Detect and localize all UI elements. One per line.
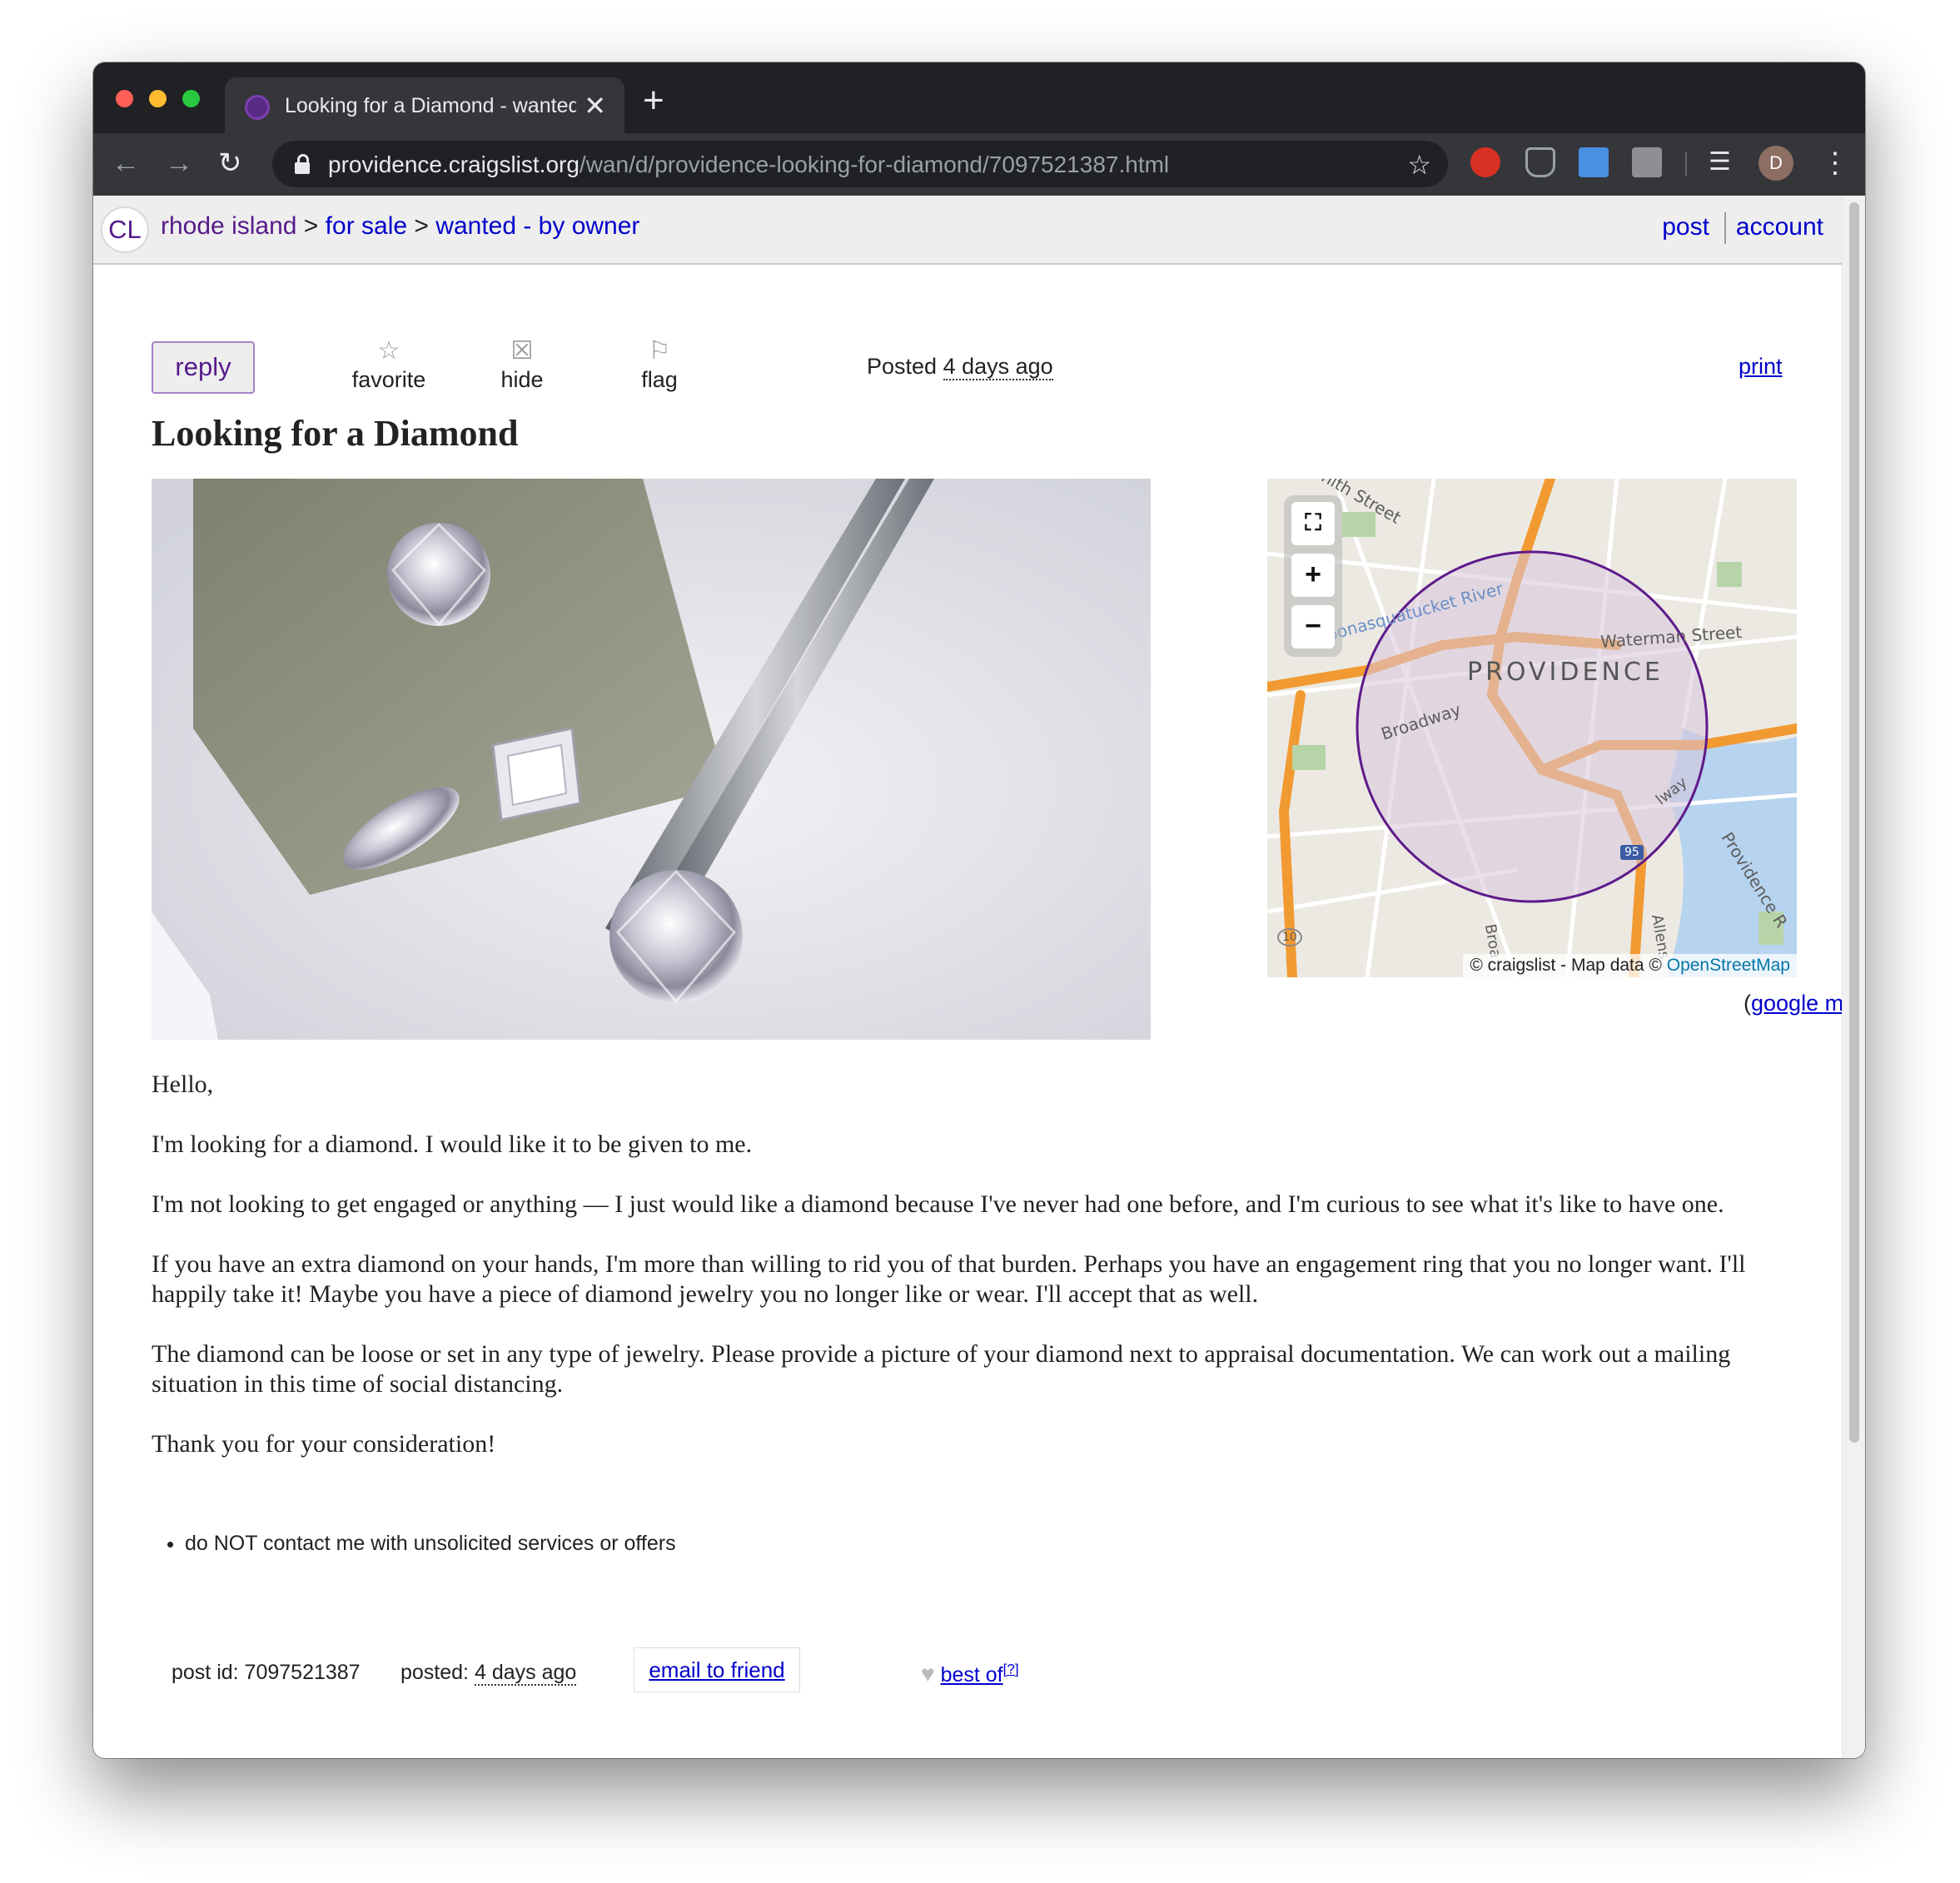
header-divider — [1724, 212, 1726, 244]
diamond-photo-graphic — [152, 479, 1151, 1040]
route-shield: 10 — [1277, 928, 1302, 946]
post-id: post id: 7097521387 — [172, 1661, 361, 1684]
map-attribution: © craigslist - Map data © OpenStreetMap — [1463, 954, 1797, 977]
tab-title: Looking for a Diamond - wanted — [285, 94, 576, 117]
new-tab-button[interactable]: + — [643, 82, 664, 119]
favorite-button[interactable]: ☆ favorite — [343, 337, 435, 393]
posting-title: Looking for a Diamond — [152, 413, 519, 454]
interstate-shield: 95 — [1620, 845, 1644, 860]
minimize-window-button[interactable] — [149, 90, 167, 107]
attribution-text: © craigslist - Map data © — [1470, 956, 1662, 975]
url-text[interactable]: providence.craigslist.org/wan/d/providen… — [328, 152, 1169, 178]
breadcrumb-rhode-island[interactable]: rhode island — [161, 212, 296, 240]
adblock-extension-icon[interactable] — [1470, 147, 1500, 177]
browser-toolbar: ← → ↻ providence.craigslist.org/wan/d/pr… — [93, 133, 1865, 196]
diamond-photo[interactable] — [152, 479, 1151, 1040]
close-window-button[interactable] — [116, 90, 133, 107]
flag-icon: ⚐ — [648, 337, 671, 365]
best-of: ♥ best of[?] — [921, 1661, 1019, 1687]
page-viewport: CL rhode island > for sale > wanted - by… — [93, 196, 1842, 1758]
active-tab[interactable]: Looking for a Diamond - wanted ✕ — [225, 77, 624, 133]
paren-open: ( — [1744, 991, 1751, 1016]
maximize-window-button[interactable] — [182, 90, 200, 107]
footer-posted-label: posted: — [400, 1661, 470, 1684]
body-paragraph: I'm looking for a diamond. I would like … — [152, 1130, 753, 1158]
zoom-in-button[interactable]: + — [1291, 554, 1335, 597]
bookmark-star-icon[interactable]: ☆ — [1407, 149, 1431, 181]
forward-arrow-icon[interactable]: → — [165, 145, 193, 181]
footer-posted-ago: 4 days ago — [474, 1661, 577, 1686]
breadcrumb-wanted[interactable]: wanted - by owner — [435, 212, 639, 240]
lock-icon — [295, 154, 310, 174]
map-controls: ⛶ + − — [1284, 495, 1342, 657]
breadcrumb-for-sale[interactable]: for sale — [326, 212, 407, 240]
browser-window: Looking for a Diamond - wanted ✕ + ← → ↻… — [93, 62, 1865, 1758]
breadcrumb-separator: > — [303, 212, 319, 240]
posted-prefix: Posted — [867, 354, 938, 379]
body-paragraph: Hello, — [152, 1071, 214, 1098]
menu-dots-icon[interactable]: ⋮ — [1821, 143, 1849, 183]
footer-posted: posted: 4 days ago — [400, 1661, 577, 1686]
heart-icon: ♥ — [921, 1661, 935, 1687]
notice-item: do NOT contact me with unsolicited servi… — [185, 1532, 676, 1556]
craigslist-logo[interactable]: CL — [101, 206, 149, 253]
vertical-scrollbar[interactable] — [1842, 196, 1865, 1758]
body-paragraph: I'm not looking to get engaged or anythi… — [152, 1190, 1724, 1218]
favorite-label: favorite — [351, 367, 426, 392]
body-paragraph: If you have an extra diamond on your han… — [152, 1250, 1746, 1308]
back-arrow-icon[interactable]: ← — [112, 145, 140, 181]
close-tab-icon[interactable]: ✕ — [584, 89, 606, 122]
tab-strip: Looking for a Diamond - wanted ✕ + — [93, 62, 1865, 133]
flag-button[interactable]: ⚐ flag — [626, 337, 693, 393]
posted-ago: 4 days ago — [943, 354, 1053, 380]
best-of-help-link[interactable]: [?] — [1003, 1662, 1019, 1677]
pocket-extension-icon[interactable] — [1525, 147, 1555, 177]
reload-icon[interactable]: ↻ — [218, 145, 242, 181]
location-map[interactable]: PROVIDENCE Waterman Street Broadway Woon… — [1267, 479, 1797, 977]
scrollbar-thumb[interactable] — [1849, 202, 1859, 1443]
openstreetmap-link[interactable]: OpenStreetMap — [1667, 956, 1790, 975]
craigslist-header: CL rhode island > for sale > wanted - by… — [93, 196, 1842, 265]
download-extension-icon[interactable] — [1579, 147, 1609, 177]
fullscreen-icon[interactable]: ⛶ — [1291, 502, 1335, 545]
address-bar[interactable]: providence.craigslist.org/wan/d/providen… — [272, 141, 1448, 187]
header-links: post account — [1662, 212, 1823, 244]
map-city-label: PROVIDENCE — [1467, 658, 1664, 687]
trash-icon: ☒ — [510, 337, 534, 365]
breadcrumb: rhode island > for sale > wanted - by ow… — [161, 212, 639, 241]
reply-button[interactable]: reply — [152, 341, 255, 394]
url-host: providence.craigslist.org — [328, 152, 580, 177]
body-paragraph: The diamond can be loose or set in any t… — [152, 1340, 1731, 1398]
email-to-friend-button[interactable]: email to friend — [634, 1647, 800, 1692]
post-link[interactable]: post — [1662, 213, 1709, 241]
breadcrumb-separator: > — [414, 212, 429, 240]
posted-date: Posted 4 days ago — [867, 354, 1053, 380]
toolbar-divider — [1685, 152, 1687, 176]
print-link[interactable]: print — [1739, 354, 1783, 380]
hide-label: hide — [500, 367, 544, 392]
star-icon: ☆ — [377, 337, 400, 365]
posting-body: Hello, I'm looking for a diamond. I woul… — [152, 1070, 1808, 1489]
media-queue-icon[interactable]: ☰ — [1709, 147, 1739, 177]
hide-button[interactable]: ☒ hide — [485, 337, 560, 393]
profile-avatar[interactable]: D — [1759, 146, 1793, 181]
account-link[interactable]: account — [1736, 213, 1823, 241]
flag-label: flag — [641, 367, 678, 392]
map-tiles — [1267, 479, 1797, 977]
body-paragraph: Thank you for your consideration! — [152, 1430, 496, 1458]
url-path: /wan/d/providence-looking-for-diamond/70… — [579, 152, 1170, 177]
peace-icon — [245, 95, 270, 120]
notices-list: do NOT contact me with unsolicited servi… — [185, 1532, 676, 1556]
extension-icon[interactable] — [1632, 147, 1662, 177]
google-map-link[interactable]: google map — [1751, 991, 1842, 1016]
zoom-out-button[interactable]: − — [1291, 605, 1335, 648]
google-map-link-wrapper: (google map) — [1744, 991, 1842, 1016]
best-of-link[interactable]: best of — [941, 1663, 1003, 1687]
